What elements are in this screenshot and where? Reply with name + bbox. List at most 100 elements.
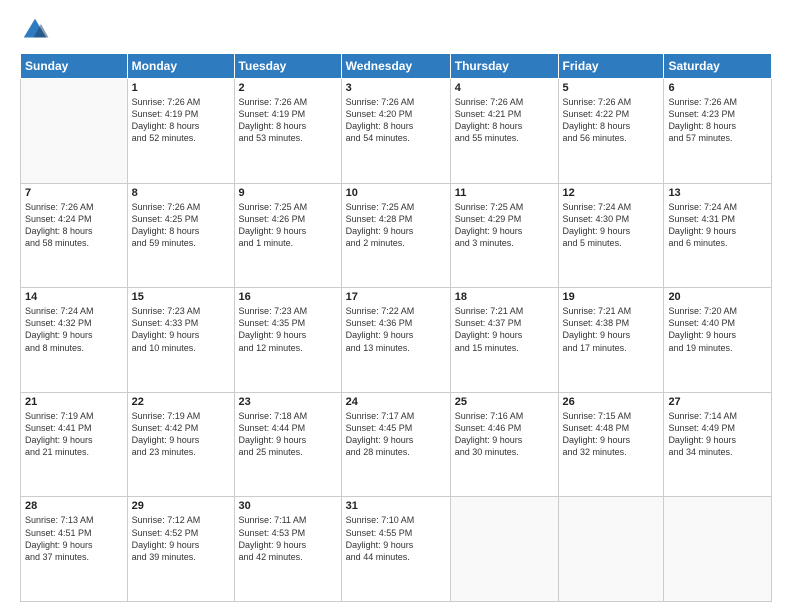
calendar-table: SundayMondayTuesdayWednesdayThursdayFrid… [20, 53, 772, 602]
calendar-cell: 19 Sunrise: 7:21 AM Sunset: 4:38 PM Dayli… [558, 288, 664, 393]
page: SundayMondayTuesdayWednesdayThursdayFrid… [0, 0, 792, 612]
cell-content: Sunrise: 7:25 AM Sunset: 4:29 PM Dayligh… [455, 201, 554, 250]
cell-content: Sunrise: 7:14 AM Sunset: 4:49 PM Dayligh… [668, 410, 767, 459]
day-number: 25 [455, 396, 554, 408]
header [20, 15, 772, 45]
cell-content: Sunrise: 7:19 AM Sunset: 4:41 PM Dayligh… [25, 410, 123, 459]
day-number: 14 [25, 291, 123, 303]
cell-content: Sunrise: 7:21 AM Sunset: 4:38 PM Dayligh… [563, 305, 660, 354]
cell-content: Sunrise: 7:17 AM Sunset: 4:45 PM Dayligh… [346, 410, 446, 459]
calendar-cell: 1 Sunrise: 7:26 AM Sunset: 4:19 PM Daylig… [127, 79, 234, 184]
day-number: 5 [563, 82, 660, 94]
calendar-cell: 6Sunrise: 7:26 AM Sunset: 4:23 PM Daylig… [664, 79, 772, 184]
calendar-cell [664, 497, 772, 602]
day-number: 22 [132, 396, 230, 408]
calendar-cell: 2 Sunrise: 7:26 AM Sunset: 4:19 PM Daylig… [234, 79, 341, 184]
calendar-header: SundayMondayTuesdayWednesdayThursdayFrid… [21, 54, 772, 79]
cell-content: Sunrise: 7:11 AM Sunset: 4:53 PM Dayligh… [239, 514, 337, 563]
calendar-cell: 11 Sunrise: 7:25 AM Sunset: 4:29 PM Dayli… [450, 183, 558, 288]
day-number: 1 [132, 82, 230, 94]
day-number: 28 [25, 500, 123, 512]
cell-content: Sunrise: 7:22 AM Sunset: 4:36 PM Dayligh… [346, 305, 446, 354]
calendar-cell: 20 Sunrise: 7:20 AM Sunset: 4:40 PM Dayli… [664, 288, 772, 393]
day-number: 12 [563, 187, 660, 199]
week-row-3: 21Sunrise: 7:19 AM Sunset: 4:41 PM Dayli… [21, 392, 772, 497]
day-number: 3 [346, 82, 446, 94]
calendar-cell: 17 Sunrise: 7:22 AM Sunset: 4:36 PM Dayli… [341, 288, 450, 393]
cell-content: Sunrise: 7:24 AM Sunset: 4:32 PM Dayligh… [25, 305, 123, 354]
cell-content: Sunrise: 7:26 AM Sunset: 4:21 PM Dayligh… [455, 96, 554, 145]
calendar-cell: 7Sunrise: 7:26 AM Sunset: 4:24 PM Daylig… [21, 183, 128, 288]
calendar-cell: 30 Sunrise: 7:11 AM Sunset: 4:53 PM Dayli… [234, 497, 341, 602]
calendar-body: 1 Sunrise: 7:26 AM Sunset: 4:19 PM Daylig… [21, 79, 772, 602]
day-number: 30 [239, 500, 337, 512]
col-header-monday: Monday [127, 54, 234, 79]
day-number: 19 [563, 291, 660, 303]
cell-content: Sunrise: 7:20 AM Sunset: 4:40 PM Dayligh… [668, 305, 767, 354]
cell-content: Sunrise: 7:26 AM Sunset: 4:23 PM Dayligh… [668, 96, 767, 145]
cell-content: Sunrise: 7:15 AM Sunset: 4:48 PM Dayligh… [563, 410, 660, 459]
day-number: 17 [346, 291, 446, 303]
cell-content: Sunrise: 7:23 AM Sunset: 4:33 PM Dayligh… [132, 305, 230, 354]
header-row: SundayMondayTuesdayWednesdayThursdayFrid… [21, 54, 772, 79]
day-number: 8 [132, 187, 230, 199]
cell-content: Sunrise: 7:19 AM Sunset: 4:42 PM Dayligh… [132, 410, 230, 459]
calendar-cell: 16 Sunrise: 7:23 AM Sunset: 4:35 PM Dayli… [234, 288, 341, 393]
cell-content: Sunrise: 7:26 AM Sunset: 4:19 PM Dayligh… [239, 96, 337, 145]
calendar-cell [21, 79, 128, 184]
cell-content: Sunrise: 7:23 AM Sunset: 4:35 PM Dayligh… [239, 305, 337, 354]
calendar-cell: 8Sunrise: 7:26 AM Sunset: 4:25 PM Daylig… [127, 183, 234, 288]
calendar-cell: 25 Sunrise: 7:16 AM Sunset: 4:46 PM Dayli… [450, 392, 558, 497]
cell-content: Sunrise: 7:26 AM Sunset: 4:22 PM Dayligh… [563, 96, 660, 145]
day-number: 27 [668, 396, 767, 408]
week-row-0: 1 Sunrise: 7:26 AM Sunset: 4:19 PM Daylig… [21, 79, 772, 184]
cell-content: Sunrise: 7:26 AM Sunset: 4:19 PM Dayligh… [132, 96, 230, 145]
day-number: 20 [668, 291, 767, 303]
day-number: 10 [346, 187, 446, 199]
calendar-cell: 12 Sunrise: 7:24 AM Sunset: 4:30 PM Dayli… [558, 183, 664, 288]
cell-content: Sunrise: 7:18 AM Sunset: 4:44 PM Dayligh… [239, 410, 337, 459]
day-number: 24 [346, 396, 446, 408]
day-number: 29 [132, 500, 230, 512]
cell-content: Sunrise: 7:10 AM Sunset: 4:55 PM Dayligh… [346, 514, 446, 563]
day-number: 18 [455, 291, 554, 303]
calendar-cell: 24 Sunrise: 7:17 AM Sunset: 4:45 PM Dayli… [341, 392, 450, 497]
cell-content: Sunrise: 7:16 AM Sunset: 4:46 PM Dayligh… [455, 410, 554, 459]
week-row-1: 7Sunrise: 7:26 AM Sunset: 4:24 PM Daylig… [21, 183, 772, 288]
cell-content: Sunrise: 7:13 AM Sunset: 4:51 PM Dayligh… [25, 514, 123, 563]
day-number: 16 [239, 291, 337, 303]
cell-content: Sunrise: 7:21 AM Sunset: 4:37 PM Dayligh… [455, 305, 554, 354]
day-number: 2 [239, 82, 337, 94]
day-number: 13 [668, 187, 767, 199]
calendar-cell: 31 Sunrise: 7:10 AM Sunset: 4:55 PM Dayli… [341, 497, 450, 602]
cell-content: Sunrise: 7:24 AM Sunset: 4:30 PM Dayligh… [563, 201, 660, 250]
week-row-2: 14 Sunrise: 7:24 AM Sunset: 4:32 PM Dayli… [21, 288, 772, 393]
cell-content: Sunrise: 7:26 AM Sunset: 4:20 PM Dayligh… [346, 96, 446, 145]
calendar-cell: 27 Sunrise: 7:14 AM Sunset: 4:49 PM Dayli… [664, 392, 772, 497]
calendar-cell: 10 Sunrise: 7:25 AM Sunset: 4:28 PM Dayli… [341, 183, 450, 288]
col-header-wednesday: Wednesday [341, 54, 450, 79]
calendar-cell: 21Sunrise: 7:19 AM Sunset: 4:41 PM Dayli… [21, 392, 128, 497]
calendar-cell: 14 Sunrise: 7:24 AM Sunset: 4:32 PM Dayli… [21, 288, 128, 393]
day-number: 15 [132, 291, 230, 303]
calendar-cell: 22 Sunrise: 7:19 AM Sunset: 4:42 PM Dayli… [127, 392, 234, 497]
col-header-saturday: Saturday [664, 54, 772, 79]
calendar-cell: 9Sunrise: 7:25 AM Sunset: 4:26 PM Daylig… [234, 183, 341, 288]
col-header-friday: Friday [558, 54, 664, 79]
day-number: 11 [455, 187, 554, 199]
day-number: 31 [346, 500, 446, 512]
col-header-sunday: Sunday [21, 54, 128, 79]
calendar-cell: 3 Sunrise: 7:26 AM Sunset: 4:20 PM Daylig… [341, 79, 450, 184]
logo-icon [20, 15, 50, 45]
calendar-cell: 29Sunrise: 7:12 AM Sunset: 4:52 PM Dayli… [127, 497, 234, 602]
calendar-cell: 23Sunrise: 7:18 AM Sunset: 4:44 PM Dayli… [234, 392, 341, 497]
calendar-cell: 13 Sunrise: 7:24 AM Sunset: 4:31 PM Dayli… [664, 183, 772, 288]
logo [20, 15, 54, 45]
calendar-cell: 4Sunrise: 7:26 AM Sunset: 4:21 PM Daylig… [450, 79, 558, 184]
week-row-4: 28 Sunrise: 7:13 AM Sunset: 4:51 PM Dayli… [21, 497, 772, 602]
col-header-thursday: Thursday [450, 54, 558, 79]
cell-content: Sunrise: 7:24 AM Sunset: 4:31 PM Dayligh… [668, 201, 767, 250]
cell-content: Sunrise: 7:25 AM Sunset: 4:28 PM Dayligh… [346, 201, 446, 250]
calendar-cell: 15 Sunrise: 7:23 AM Sunset: 4:33 PM Dayli… [127, 288, 234, 393]
calendar-cell: 26Sunrise: 7:15 AM Sunset: 4:48 PM Dayli… [558, 392, 664, 497]
